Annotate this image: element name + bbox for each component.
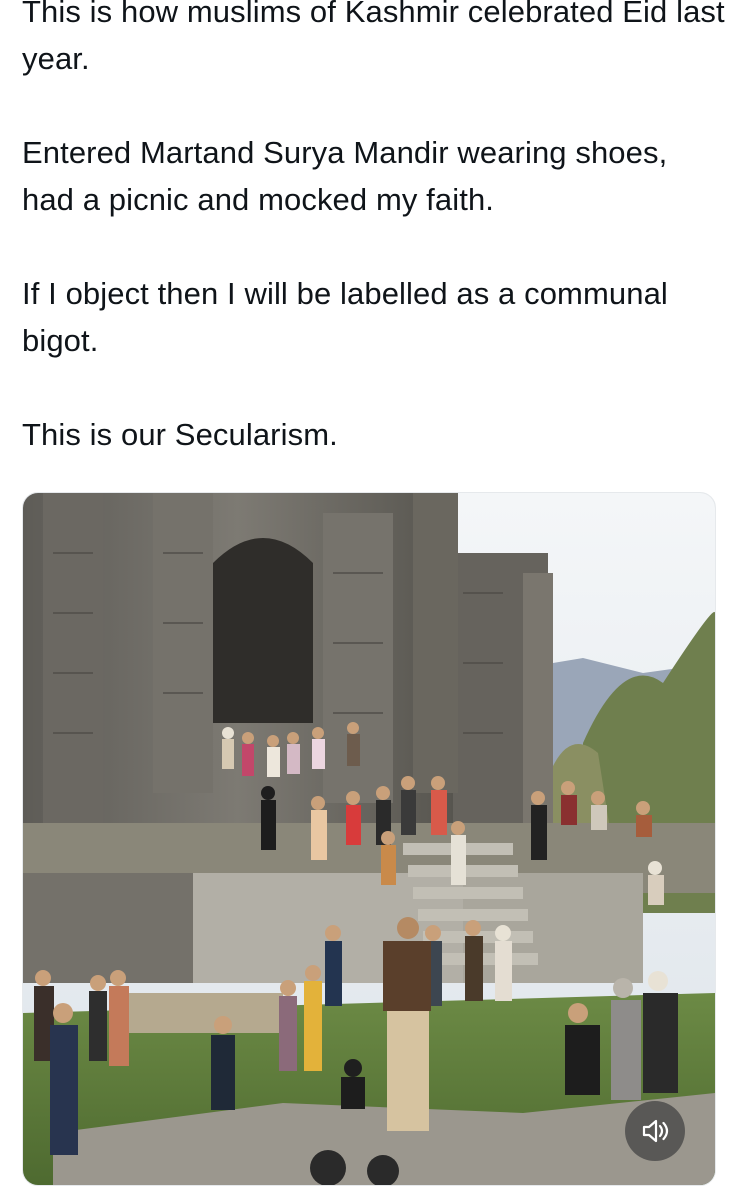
- temple-video-frame: [23, 493, 715, 1185]
- tweet-paragraph-1: This is how muslims of Kashmir celebrate…: [22, 0, 725, 76]
- speaker-volume-icon: [642, 1119, 669, 1143]
- mute-toggle-button[interactable]: [625, 1101, 685, 1161]
- tweet-text: This is how muslims of Kashmir celebrate…: [22, 0, 727, 505]
- video-player[interactable]: [22, 492, 716, 1186]
- tweet-paragraph-3: If I object then I will be labelled as a…: [22, 276, 668, 358]
- tweet-paragraph-4: This is our Secularism.: [22, 417, 338, 452]
- tweet-paragraph-2: Entered Martand Surya Mandir wearing sho…: [22, 135, 668, 217]
